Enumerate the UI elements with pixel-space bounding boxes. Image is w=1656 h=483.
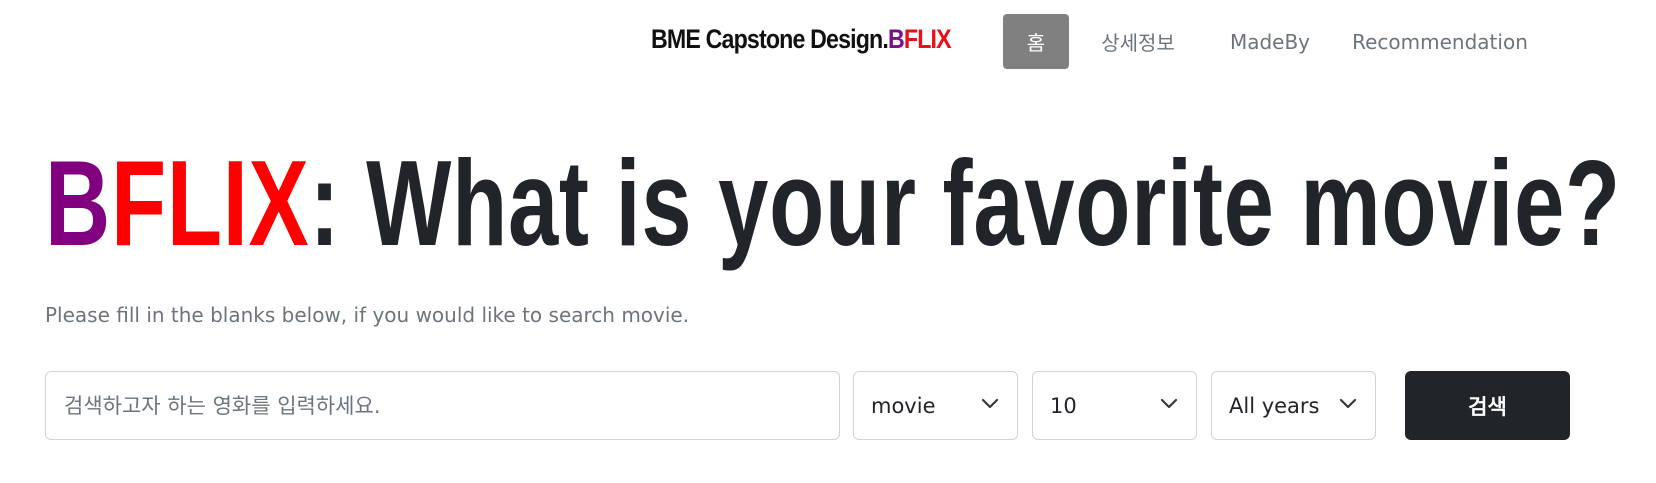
nav-item-recommendation[interactable]: Recommendation [1340, 14, 1540, 69]
nav-item-details[interactable]: 상세정보 [1088, 14, 1188, 69]
year-value: All years [1229, 393, 1320, 418]
nav-item-home[interactable]: 홈 [1003, 14, 1069, 69]
year-select[interactable]: All years [1211, 371, 1376, 440]
brand-flix: FLIX [903, 24, 952, 54]
hero-question: : What is your favorite movie? [309, 135, 1621, 271]
result-count-select[interactable]: 10 [1032, 371, 1197, 440]
search-type-value: movie [871, 393, 936, 418]
brand-prefix: BME Capstone Design. [651, 24, 889, 54]
search-form: movie 10 All years 검색 [0, 371, 1656, 441]
result-count-value: 10 [1050, 393, 1077, 418]
search-type-select[interactable]: movie [853, 371, 1018, 440]
search-button[interactable]: 검색 [1405, 371, 1570, 440]
page-subtitle: Please fill in the blanks below, if you … [45, 303, 690, 327]
navbar: BME Capstone Design.BFLIX 홈 상세정보 MadeBy … [0, 0, 1656, 90]
chevron-down-icon [1339, 398, 1357, 408]
hero-heading: BFLIX: What is your favorite movie? [45, 142, 1621, 264]
nav-item-madeby[interactable]: MadeBy [1220, 14, 1320, 69]
brand-b: B [887, 24, 905, 54]
search-input[interactable] [45, 371, 840, 440]
chevron-down-icon [981, 398, 999, 408]
brand-title[interactable]: BME Capstone Design.BFLIX [651, 24, 952, 55]
chevron-down-icon [1160, 398, 1178, 408]
hero-flix: FLIX [110, 135, 310, 271]
hero-b: B [45, 135, 111, 271]
